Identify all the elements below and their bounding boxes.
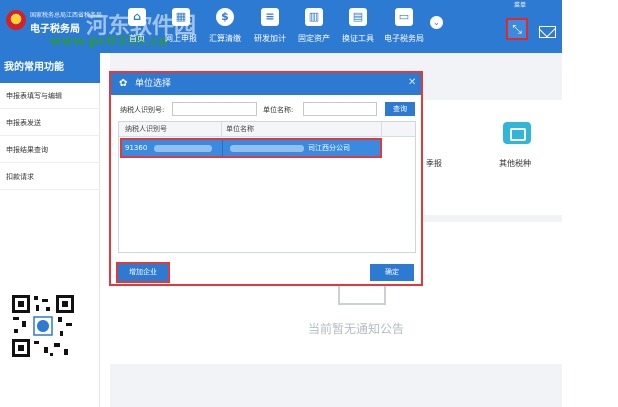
nav-e-tax-bureau[interactable]: ▭ 电子税务局 (379, 8, 429, 50)
nav-label: 电子税务局 (384, 34, 424, 43)
nav-label: 网上申报 (165, 34, 197, 43)
query-button[interactable]: 查询 (385, 102, 415, 116)
table-row[interactable]: 91360 司江西分公司 (120, 138, 382, 158)
calendar-icon: ▦ (172, 8, 190, 26)
empty-box-icon (338, 283, 386, 305)
monitor-icon: ▭ (395, 8, 413, 26)
taxpayer-id-label: 纳税人识别号: (120, 106, 165, 114)
building-icon: ▥ (305, 8, 323, 26)
home-icon: ⌂ (128, 8, 146, 26)
row-divider (222, 140, 223, 156)
nav-label: 汇算清缴 (209, 34, 241, 43)
taxpayer-id-input[interactable] (172, 102, 257, 116)
redacted-mask (154, 145, 212, 152)
dialog-title: 单位选择 (135, 79, 172, 89)
mail-icon[interactable] (539, 26, 556, 38)
top-header: 国家税务总局江西省税务局 电子税务局 河东软件园 www.pc0359.cn ⌂… (0, 0, 562, 53)
close-icon[interactable]: ✕ (408, 77, 416, 89)
nav-label: 研发加计 (254, 34, 286, 43)
wallet-icon[interactable] (503, 122, 531, 144)
column-header-taxpayer-id[interactable]: 纳税人识别号 (121, 122, 167, 137)
sidebar-item-send-returns[interactable]: 申报表发送 (0, 110, 100, 136)
cell-taxpayer-id: 91360 (125, 144, 148, 152)
app-window: 国家税务总局江西省税务局 电子税务局 河东软件园 www.pc0359.cn ⌂… (0, 0, 618, 407)
stack-icon: ≡ (261, 8, 279, 26)
add-company-button[interactable]: 增加企业 (116, 262, 170, 283)
nav-fixed-assets[interactable]: ▥ 固定资产 (289, 8, 339, 50)
nav-label: 换证工具 (342, 34, 374, 43)
brand-line2: 电子税务局 (30, 24, 80, 35)
unit-table: 纳税人识别号 单位名称 91360 司江西分公司 (118, 121, 416, 253)
shrink-arrows-icon: ⤡ (512, 22, 522, 36)
table-header: 纳税人识别号 单位名称 (119, 122, 415, 137)
sidebar-title: 我的常用功能 (0, 53, 100, 83)
nav-label: 首页 (129, 34, 145, 43)
unit-name-label: 单位名称: (263, 106, 294, 114)
redacted-mask (230, 145, 304, 152)
unit-select-dialog: ✿ 单位选择 ✕ 纳税人识别号: 单位名称: 查询 纳税人识别号 单位名称 91… (109, 71, 423, 286)
sidebar-item-edit-returns[interactable]: 申报表填写与编辑 (0, 83, 100, 109)
sidebar: 我的常用功能 申报表填写与编辑 申报表发送 申报结果查询 扣款请求 (0, 53, 100, 407)
minimize-window-button[interactable]: ⤡ (506, 18, 528, 40)
nav-online-filing[interactable]: ▦ 网上申报 (156, 8, 206, 50)
dollar-icon: $ (216, 8, 234, 26)
header-right-area (562, 0, 618, 53)
unit-name-input[interactable] (303, 102, 377, 116)
confirm-button[interactable]: 确定 (370, 264, 414, 281)
gear-icon: ✿ (119, 78, 128, 89)
sidebar-item-query-results[interactable]: 申报结果查询 (0, 137, 100, 163)
tile-quarterly-report[interactable]: 季报 (426, 158, 442, 169)
user-menu[interactable]: 菜单 (514, 0, 526, 9)
cell-unit-name: 司江西分公司 (308, 144, 350, 152)
nav-label: 固定资产 (298, 34, 330, 43)
qr-code (10, 293, 76, 359)
empty-notice-text: 当前暂无通知公告 (308, 322, 405, 336)
dialog-header: ✿ 单位选择 ✕ (111, 73, 421, 95)
sidebar-item-deduction-request[interactable]: 扣款请求 (0, 164, 100, 190)
nav-rd-deduction[interactable]: ≡ 研发加计 (245, 8, 295, 50)
column-header-unit-name[interactable]: 单位名称 (222, 122, 254, 137)
nav-settlement[interactable]: $ 汇算清缴 (200, 8, 250, 50)
tax-emblem-icon (6, 10, 26, 30)
nav-cert-tool[interactable]: ▤ 换证工具 (333, 8, 383, 50)
tile-other-taxes[interactable]: 其他税种 (499, 158, 531, 169)
cards-icon: ▤ (349, 8, 367, 26)
chevron-down-icon[interactable]: ⌄ (430, 16, 443, 29)
column-divider (381, 122, 382, 137)
nav-home[interactable]: ⌂ 首页 (112, 8, 162, 50)
